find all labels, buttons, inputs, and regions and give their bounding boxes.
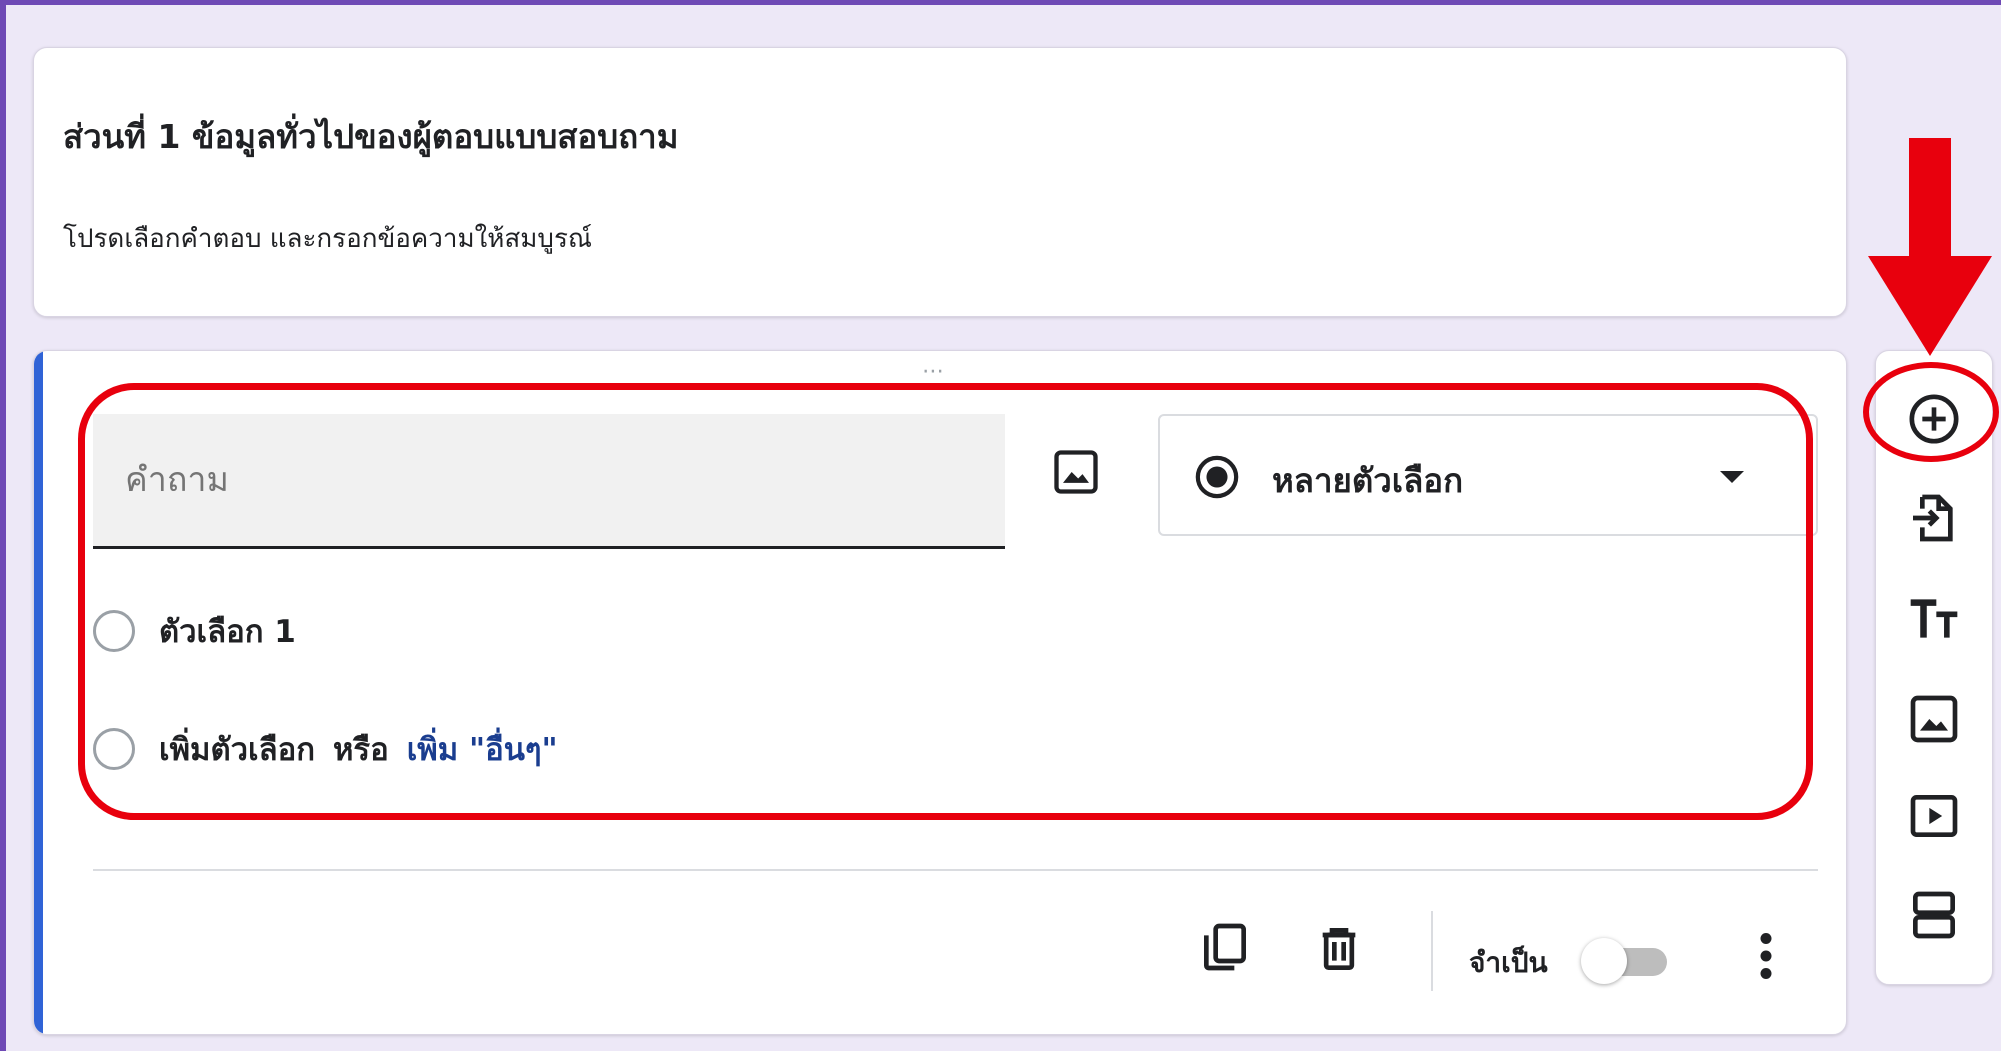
add-section-icon[interactable] [1906,887,1962,943]
annotation-arrow-icon [1868,138,1992,356]
section-description[interactable]: โปรดเลือกคำตอบ และกรอกข้อความให้สมบูรณ์ [63,218,592,259]
section-header-card [33,47,1847,317]
radio-checked-icon [1194,454,1240,500]
floating-toolbar [1875,350,1993,985]
question-input[interactable] [123,454,967,506]
footer-vertical-divider [1431,911,1433,991]
add-option-link[interactable]: เพิ่มตัวเลือก [159,724,315,774]
delete-icon[interactable] [1311,921,1367,977]
question-card[interactable]: ⋯ หลายตัวเลือก ตัวเลือก 1 [33,350,1847,1035]
or-text: หรือ [332,732,389,768]
radio-unchecked-icon [93,728,135,770]
radio-unchecked-icon [93,610,135,652]
required-label: จำเป็น [1469,946,1548,979]
add-image-icon[interactable] [1906,691,1962,747]
import-questions-icon[interactable] [1906,490,1962,546]
section-title[interactable]: ส่วนที่ 1 ข้อมูลทั่วไปของผู้ตอบแบบสอบถาม [63,110,678,163]
add-other-link[interactable]: เพิ่ม "อื่นๆ" [407,724,558,774]
option-row[interactable]: ตัวเลือก 1 [93,606,296,656]
question-type-label: หลายตัวเลือก [1272,461,1464,500]
drag-handle-icon[interactable]: ⋯ [922,359,946,384]
required-toggle[interactable] [1579,936,1679,986]
form-editor-frame: ส่วนที่ 1 ข้อมูลทั่วไปของผู้ตอบแบบสอบถาม… [0,0,2001,1051]
chevron-down-icon [1720,471,1744,483]
question-title-field[interactable] [93,414,1005,549]
duplicate-icon[interactable] [1197,919,1253,975]
active-card-indicator [34,351,43,1034]
question-type-dropdown[interactable]: หลายตัวเลือก [1158,414,1818,536]
footer-divider [93,869,1818,871]
toggle-knob [1581,938,1627,984]
more-options-icon[interactable] [1746,926,1786,986]
add-image-to-question-icon[interactable] [1050,446,1102,498]
add-video-icon[interactable] [1906,788,1962,844]
add-title-icon[interactable] [1906,591,1962,647]
add-option-row[interactable]: เพิ่มตัวเลือก หรือ เพิ่ม "อื่นๆ" [93,724,558,774]
option-label[interactable]: ตัวเลือก 1 [159,606,296,656]
add-question-icon[interactable] [1906,391,1962,447]
